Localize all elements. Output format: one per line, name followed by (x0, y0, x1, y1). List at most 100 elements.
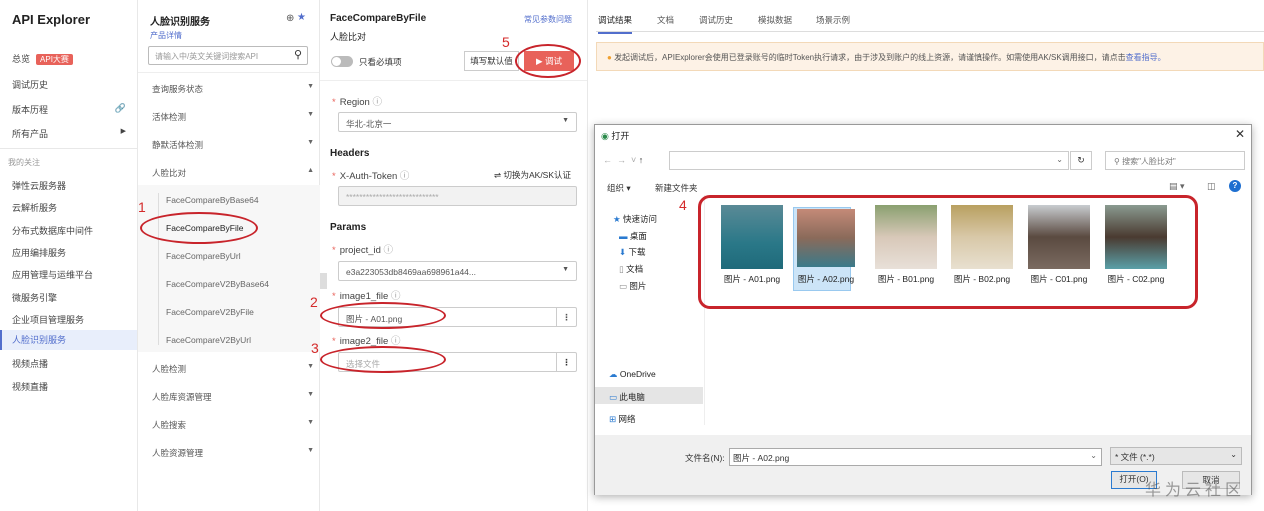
sub-api-item[interactable]: FaceCompareByBase64 (166, 195, 259, 205)
group-item[interactable]: 人脸库资源管理 ▼ (152, 391, 314, 403)
side-label: 文档 (626, 264, 644, 274)
group-item[interactable]: 人脸资源管理 ▼ (152, 447, 314, 459)
help-icon[interactable]: ⓘ (372, 97, 382, 108)
dialog-search-input[interactable]: ⚲ 搜索"人脸比对" (1105, 151, 1245, 170)
download-icon: ⬇ (619, 247, 627, 257)
group-label: 查询服务状态 (152, 84, 204, 94)
label-text: Region (339, 97, 370, 108)
onedrive[interactable]: ☁ OneDrive (609, 369, 656, 380)
group-item[interactable]: 静默活体检测 ▼ (152, 139, 314, 151)
sub-api-item[interactable]: FaceCompareV2ByUrl (166, 335, 251, 345)
faq-link[interactable]: 常见参数问题 (524, 14, 572, 25)
image1-label: * image1_file ⓘ (332, 291, 401, 302)
follow-item[interactable]: 应用管理与运维平台 (12, 268, 93, 281)
follow-item[interactable]: 分布式数据库中间件 (12, 224, 93, 237)
region-label: * Region ⓘ (332, 97, 382, 108)
follow-item-selected[interactable]: 人脸识别服务 (0, 330, 137, 350)
dialog-title: 打开 (611, 131, 630, 141)
file-type-select[interactable]: * 文件 (*.*) ⌄ (1110, 447, 1242, 465)
group-item[interactable]: 查询服务状态 ▼ (152, 83, 314, 95)
follow-item[interactable]: 微服务引擎 (12, 291, 57, 304)
select-value: 华北-北京一 (346, 119, 392, 129)
tab-scenario[interactable]: 场景示例 (816, 14, 850, 26)
chevron-down-icon[interactable]: ⌄ (1090, 451, 1097, 460)
nav-all-products[interactable]: 所有产品 ▶ (12, 127, 126, 140)
help-icon[interactable]: ? (1229, 180, 1241, 192)
follow-item[interactable]: 视频点播 (12, 357, 48, 370)
group-item[interactable]: 人脸搜索 ▼ (152, 419, 314, 431)
product-detail-link[interactable]: 产品详情 (150, 30, 182, 41)
globe-icon[interactable]: ⊕ (286, 13, 294, 24)
help-icon[interactable]: ⓘ (384, 245, 394, 256)
chevron-down-icon[interactable]: ⌄ (1056, 155, 1063, 164)
tab-mock-data[interactable]: 模拟数据 (758, 14, 792, 26)
caret-down-icon: ▼ (307, 447, 314, 454)
sub-api-item[interactable]: FaceCompareV2ByFile (166, 307, 254, 317)
follow-item[interactable]: 应用编排服务 (12, 246, 66, 259)
tab-docs[interactable]: 文档 (657, 14, 674, 26)
required-only-toggle[interactable] (331, 56, 353, 67)
star-icon[interactable]: ★ (297, 12, 306, 23)
side-label: 此电脑 (619, 392, 645, 402)
link-text: 切换为AK/SK认证 (503, 170, 572, 180)
new-folder-button[interactable]: 新建文件夹 (655, 182, 698, 194)
annotation-number: 3 (311, 340, 319, 356)
address-bar[interactable]: ⌄ (669, 151, 1069, 170)
sub-api-item[interactable]: FaceCompareV2ByBase64 (166, 279, 269, 289)
computer-icon: ▭ (609, 392, 618, 402)
region-select[interactable]: 华北-北京一 ▼ (338, 112, 577, 132)
token-input[interactable]: **************************** (338, 186, 577, 206)
nav-arrows[interactable]: ← → ˅ ↑ (603, 155, 643, 165)
switch-auth-link[interactable]: ⇌ 切换为AK/SK认证 (494, 169, 571, 181)
collapse-handle[interactable] (320, 273, 327, 289)
search-placeholder: 请输入中/英文关键词搜索API (155, 52, 259, 61)
nav-overview[interactable]: 总览 API大赛 (12, 52, 73, 65)
this-pc[interactable]: ▭ 此电脑 (609, 391, 645, 403)
refresh-icon[interactable]: ↻ (1070, 151, 1092, 170)
documents[interactable]: ▯ 文档 (619, 263, 643, 275)
filename-input[interactable]: 图片 - A02.png ⌄ (729, 448, 1102, 466)
group-item[interactable]: 人脸检测 ▼ (152, 363, 314, 375)
api-search-input[interactable]: 请输入中/英文关键词搜索API ⚲ (148, 46, 308, 65)
follow-item[interactable]: 视频直播 (12, 380, 48, 393)
help-icon[interactable]: ⓘ (400, 171, 410, 182)
downloads[interactable]: ⬇ 下载 (619, 246, 646, 258)
divider (0, 148, 137, 149)
quick-access[interactable]: ★ 快速访问 (613, 213, 657, 225)
sub-api-item[interactable]: FaceCompareByUrl (166, 251, 241, 261)
notice-text: 发起调试后，APIExplorer会使用已登录账号的临时Token执行请求，由于… (614, 53, 1126, 62)
follow-item[interactable]: 弹性云服务器 (12, 179, 66, 192)
caret-down-icon: ▼ (307, 139, 314, 146)
tab-debug-history[interactable]: 调试历史 (699, 14, 733, 26)
pictures[interactable]: ▭ 图片 (619, 280, 646, 292)
divider (596, 31, 1264, 32)
group-item-expanded[interactable]: 人脸比对 ▲ (152, 167, 314, 179)
preview-pane-icon[interactable]: ◫ (1207, 181, 1216, 192)
help-icon[interactable]: ⓘ (391, 291, 401, 302)
document-icon: ▯ (619, 264, 624, 274)
more-icon[interactable]: ⋮ (556, 353, 576, 371)
desktop[interactable]: ▬ 桌面 (619, 230, 647, 242)
group-item[interactable]: 活体检测 ▼ (152, 111, 314, 123)
api-contest-badge[interactable]: API大赛 (36, 54, 73, 65)
network[interactable]: ⊞ 网络 (609, 413, 636, 425)
project-id-select[interactable]: e3a223053db8469aa698961a44... ▼ (338, 261, 577, 281)
follow-item[interactable]: 企业项目管理服务 (12, 313, 84, 326)
nav-debug-history[interactable]: 调试历史 (12, 78, 48, 91)
close-icon[interactable]: ✕ (1235, 127, 1245, 141)
follow-item[interactable]: 云解析服务 (12, 201, 57, 214)
label-text: project_id (339, 245, 381, 256)
project-id-label: * project_id ⓘ (332, 245, 394, 256)
annotation-number: 1 (138, 199, 146, 215)
nav-version-history[interactable]: 版本历程 🔗 (12, 103, 126, 116)
fill-default-button[interactable]: 填写默认值 (464, 51, 519, 71)
group-label: 人脸库资源管理 (152, 392, 212, 402)
more-icon[interactable]: ⋮ (556, 308, 576, 326)
organize-menu[interactable]: 组织 ▾ (607, 182, 631, 194)
filter-value: * 文件 (*.*) (1115, 452, 1155, 462)
guide-link[interactable]: 查看指导。 (1126, 53, 1166, 62)
search-icon[interactable]: ⚲ (294, 48, 302, 61)
token-label: * X-Auth-Token ⓘ (332, 171, 410, 182)
view-icon[interactable]: ▤ ▾ (1169, 181, 1185, 192)
chrome-icon: ◉ (601, 131, 612, 141)
